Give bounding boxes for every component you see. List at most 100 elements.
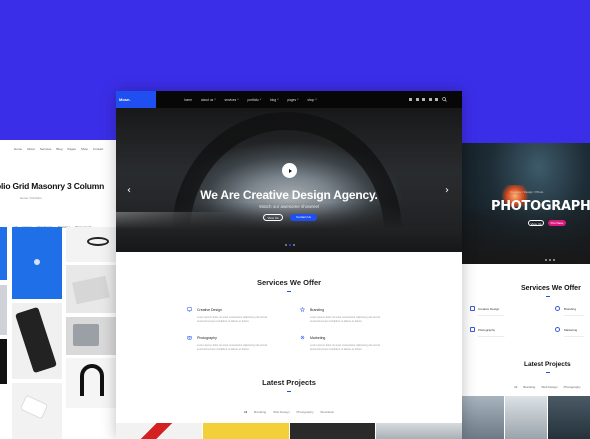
menu-label: home <box>184 97 192 102</box>
left-nav-item[interactable]: Home <box>14 147 22 151</box>
filter-all[interactable]: All <box>244 410 247 414</box>
slider-dot[interactable] <box>545 259 547 261</box>
right-service-desc: ─────────── <box>564 335 584 338</box>
project-strip <box>116 423 462 439</box>
left-nav-item[interactable]: Contact <box>93 147 103 151</box>
portfolio-tile-cable[interactable] <box>66 227 118 262</box>
filter-web-design[interactable]: Web Design <box>273 410 289 414</box>
plus-icon <box>34 259 40 265</box>
hero-slider: We Are Creative Design Agency. Watch our… <box>116 108 462 252</box>
slider-dot[interactable] <box>549 259 551 261</box>
right-purchase-button[interactable]: Purchase <box>548 220 566 226</box>
slider-dot[interactable] <box>285 244 287 246</box>
contact-us-button[interactable]: Contact Us <box>290 214 317 221</box>
left-page-title: olio Grid Masonry 3 Column <box>0 181 105 191</box>
service-name: Branding <box>310 308 325 312</box>
service-desc: Lorem ipsum dolor sit amet consectetur a… <box>310 316 381 323</box>
filter-illustration[interactable]: Illustration <box>320 410 334 414</box>
instagram-icon[interactable] <box>428 98 432 101</box>
project-thumb[interactable] <box>548 396 590 439</box>
menu-label: pages <box>287 97 297 102</box>
left-nav-item[interactable]: Blog <box>56 147 62 151</box>
right-service-item: Creative Design ─────────────── <box>478 307 505 317</box>
left-breadcrumb: Home / Portfolio <box>20 196 42 200</box>
right-projects-title: Latest Projects <box>524 361 571 368</box>
menu-item-about[interactable]: about us ▾ <box>201 98 216 102</box>
hero-slider-dots <box>285 244 295 246</box>
right-view-button[interactable]: View Us <box>528 220 544 226</box>
left-nav-item[interactable]: Pages <box>67 147 76 151</box>
monitor-icon <box>470 306 475 311</box>
portfolio-tile-mouse[interactable] <box>12 383 62 439</box>
slider-dot[interactable] <box>553 259 555 261</box>
star-icon <box>300 307 305 312</box>
left-nav-item[interactable]: Shop <box>81 147 88 151</box>
service-name: Creative Design <box>197 308 222 312</box>
behance-icon[interactable] <box>435 98 438 101</box>
filter-branding[interactable]: Branding <box>254 410 266 414</box>
project-thumb[interactable] <box>462 396 504 439</box>
portfolio-tile-book[interactable] <box>66 265 118 313</box>
projects-divider <box>287 391 291 392</box>
right-filter-item[interactable]: All <box>514 385 517 389</box>
menu-item-blog[interactable]: blog ▾ <box>270 98 278 102</box>
portfolio-tile-dark[interactable] <box>0 339 7 384</box>
right-service-desc: ─────────────── <box>478 314 505 317</box>
center-page-preview: Mosn. home about us ▾ services ▾ portfolio… <box>116 91 462 439</box>
menu-item-pages[interactable]: pages ▾ <box>287 98 298 102</box>
menu-item-home[interactable]: home <box>184 98 192 102</box>
project-thumb[interactable] <box>202 423 289 439</box>
menu-item-portfolio[interactable]: portfolio ▾ <box>247 98 261 102</box>
right-filter-item[interactable]: Web Design <box>541 385 557 389</box>
left-nav: Home About Services Blog Pages Shop Cont… <box>0 140 118 151</box>
right-service-name: Marketing <box>564 328 578 332</box>
chevron-down-icon: ▾ <box>237 98 239 101</box>
play-button[interactable] <box>282 163 297 178</box>
portfolio-tile-headphones[interactable] <box>66 358 118 408</box>
slider-dot-active[interactable] <box>289 244 291 246</box>
right-filter-item[interactable]: Branding <box>523 385 535 389</box>
facebook-icon[interactable] <box>409 98 412 101</box>
project-thumb[interactable] <box>116 423 202 439</box>
twitter-icon[interactable] <box>415 98 419 101</box>
project-thumb[interactable] <box>505 396 547 439</box>
service-name: Photography <box>197 336 217 340</box>
service-desc: Lorem ipsum dolor sit amet consectetur a… <box>197 316 268 323</box>
search-icon[interactable] <box>442 97 447 102</box>
portfolio-tile-blue[interactable] <box>0 227 7 280</box>
mouse-image <box>19 394 49 420</box>
slider-dot[interactable] <box>293 244 295 246</box>
right-hero-tags: Creative / Design / Photo <box>510 190 544 194</box>
camera-icon <box>187 336 192 340</box>
projects-title: Latest Projects <box>262 378 316 387</box>
services-title: Services We Offer <box>256 278 322 287</box>
right-hero: Creative / Design / Photo PHOTOGRAPHY IS… <box>462 143 590 264</box>
chevron-down-icon: ▾ <box>297 98 299 101</box>
project-thumb[interactable] <box>376 423 462 439</box>
project-thumb[interactable] <box>289 423 376 439</box>
gear-icon <box>555 327 560 332</box>
filter-photography[interactable]: Photography <box>296 410 313 414</box>
portfolio-tile-blue-plus[interactable] <box>12 227 62 299</box>
camera-icon <box>470 327 475 332</box>
google-icon[interactable] <box>422 98 425 101</box>
left-nav-item[interactable]: Services <box>40 147 52 151</box>
portfolio-tile-gray[interactable] <box>0 285 7 335</box>
view-us-button[interactable]: View Us <box>263 214 283 221</box>
portfolio-tile-phone[interactable] <box>12 303 62 379</box>
site-logo[interactable]: Mosn. <box>116 91 156 108</box>
left-nav-item[interactable]: About <box>27 147 35 151</box>
menu-label: services <box>224 97 237 102</box>
portfolio-tile-tablet[interactable] <box>66 317 118 355</box>
cable-icon <box>87 237 109 246</box>
next-arrow-icon[interactable]: › <box>445 185 449 196</box>
menu-item-services[interactable]: services ▾ <box>224 98 238 102</box>
services-divider <box>287 291 291 292</box>
menu-item-shop[interactable]: shop ▾ <box>307 98 316 102</box>
prev-arrow-icon[interactable]: ‹ <box>127 185 131 196</box>
tablet-image <box>73 324 99 346</box>
right-filter-item[interactable]: Photography <box>564 385 581 389</box>
project-filters: All Branding Web Design Photography Illu… <box>116 410 462 414</box>
right-service-name: Creative Design <box>478 307 500 311</box>
right-service-item: Photography ─────────────── <box>478 328 505 338</box>
